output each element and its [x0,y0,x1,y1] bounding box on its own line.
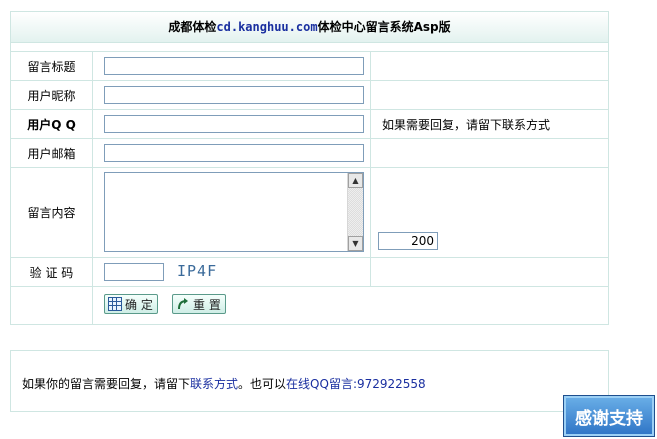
captcha-input[interactable] [104,263,164,281]
button-row-label [11,287,93,325]
content-scrollbar[interactable]: ▲ ▼ [347,173,363,251]
nickname-label: 用户昵称 [11,81,93,109]
redo-arrow-icon [176,297,190,311]
footer-note: 如果你的留言需要回复，请留下联系方式。也可以在线QQ留言:972922558 [10,350,609,412]
title-domain: cd.kanghuu.com [216,20,318,34]
thanks-badge[interactable]: 感谢支持 [563,395,655,437]
footer-text: 如果你的留言需要回复，请留下联系方式。也可以在线QQ留言:972922558 [22,375,426,392]
reset-button[interactable]: 重 置 [172,294,226,314]
note-middle: 。也可以 [238,377,287,391]
qq-row: 用户Q Q 如果需要回复，请留下联系方式 [11,110,608,139]
email-row: 用户邮箱 [11,139,608,168]
qq-input[interactable] [104,115,364,133]
captcha-row: 验 证 码 IP4F [11,258,608,287]
title-prefix: 成都体检 [168,20,217,34]
subject-label: 留言标题 [11,52,93,80]
button-row: 确 定 重 置 [11,287,608,325]
content-textarea[interactable] [104,172,364,252]
subject-row: 留言标题 [11,52,608,81]
qq-hint: 如果需要回复，请留下联系方式 [382,117,551,132]
email-input[interactable] [104,144,364,162]
email-label: 用户邮箱 [11,139,93,167]
qq-link[interactable]: 在线QQ留言:972922558 [286,377,426,391]
submit-label: 确 定 [125,297,153,312]
page-title: 成都体检cd.kanghuu.com体检中心留言系统Asp版 [11,12,608,43]
nickname-row: 用户昵称 [11,81,608,110]
submit-button[interactable]: 确 定 [104,294,158,314]
scroll-up-icon[interactable]: ▲ [348,173,363,188]
reset-label: 重 置 [193,297,221,312]
char-counter: 200 [378,232,438,250]
nickname-input[interactable] [104,86,364,104]
content-label: 留言内容 [11,168,93,257]
captcha-label: 验 证 码 [11,258,93,286]
title-suffix: 体检中心留言系统Asp版 [317,20,451,34]
grid-icon [108,297,122,311]
subject-input[interactable] [104,57,364,75]
spacer-row [11,43,608,52]
guestbook-form: 成都体检cd.kanghuu.com体检中心留言系统Asp版 留言标题 用户昵称… [10,11,609,325]
content-row: 留言内容 ▲ ▼ 200 [11,168,608,258]
captcha-image[interactable]: IP4F [177,262,217,280]
note-prefix: 如果你的留言需要回复，请留下 [22,377,191,391]
scroll-down-icon[interactable]: ▼ [348,236,363,251]
contact-link[interactable]: 联系方式 [190,377,238,391]
qq-label: 用户Q Q [11,110,93,138]
